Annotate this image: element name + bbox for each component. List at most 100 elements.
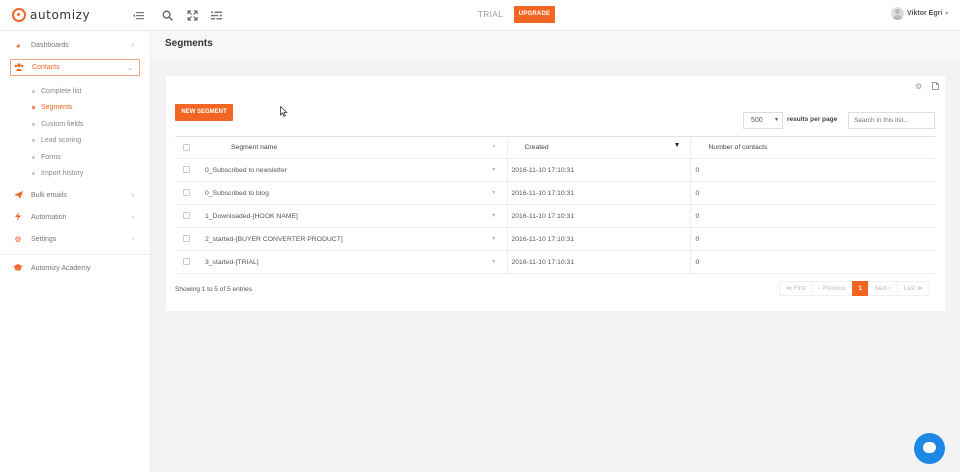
sidebar-item-label: Dashboards — [31, 42, 69, 49]
segment-name-cell: 3_started-[TRIAL] ▼ — [198, 250, 508, 274]
contact-count-cell: 0 — [690, 158, 935, 182]
first-page-button[interactable]: ≪ First — [779, 281, 813, 296]
table-header-row: Segment name ▼ Created ▼ Number of conta… — [175, 136, 935, 159]
search-icon[interactable] — [162, 10, 173, 21]
row-checkbox[interactable] — [183, 212, 190, 220]
table-row[interactable]: 1_Downloaded-[HOOK NAME] ▼ 2016-11-10 17:… — [175, 204, 935, 228]
sidebar-item-contacts[interactable]: Contacts ⌄ — [10, 59, 140, 76]
sidebar-item-academy[interactable]: Automizy Academy — [10, 260, 140, 277]
row-checkbox[interactable] — [183, 189, 190, 197]
user-menu[interactable]: Viktor Egri ▾ — [891, 7, 948, 20]
chevron-down-icon: ⌄ — [127, 64, 133, 72]
next-page-button[interactable]: Next › — [867, 281, 898, 296]
segment-name-cell: 2_started-[BUYER CONVERTER PRODUCT] ▼ — [198, 227, 508, 251]
select-all-checkbox[interactable] — [183, 143, 190, 151]
sidebar-item-settings[interactable]: ⚙ Settings › — [10, 231, 140, 248]
sidebar-subitem-label: Segments — [41, 103, 73, 111]
last-page-button[interactable]: Last ≫ — [896, 281, 930, 296]
sidebar-item-automation[interactable]: Automation › — [10, 209, 140, 226]
segment-name[interactable]: 1_Downloaded-[HOOK NAME] — [205, 213, 298, 220]
users-icon — [14, 62, 24, 73]
sort-desc-icon: ▼ — [673, 142, 681, 149]
contact-count-cell: 0 — [690, 227, 935, 251]
bullet-icon — [32, 89, 35, 93]
column-header-label: Segment name — [231, 144, 278, 151]
new-segment-button[interactable]: NEW SEGMENT — [175, 104, 233, 121]
column-header-label: Number of contacts — [708, 144, 768, 151]
created-cell: 2016-11-10 17:10:31 — [507, 181, 691, 205]
chevron-down-icon[interactable]: ▼ — [491, 213, 496, 219]
column-header-segment-name[interactable]: Segment name ▼ — [198, 136, 508, 159]
page-1-button[interactable]: 1 — [851, 281, 869, 296]
column-header-created[interactable]: Created ▼ — [507, 136, 691, 159]
previous-page-button[interactable]: ‹ Previous — [811, 281, 853, 296]
upgrade-button[interactable]: UPGRADE — [514, 6, 555, 23]
select-all-cell — [175, 136, 198, 159]
brand-name: automizy — [30, 8, 91, 22]
brand-logo[interactable]: automizy — [12, 8, 90, 22]
segment-name[interactable]: 0_Subscribed to blog — [205, 190, 269, 197]
sidebar-toggle-icon[interactable] — [133, 10, 144, 21]
chevron-down-icon[interactable]: ▼ — [491, 167, 496, 173]
bullet-icon — [32, 138, 35, 142]
row-checkbox[interactable] — [183, 235, 190, 243]
dashboard-icon: ◕ — [15, 41, 21, 50]
table-row[interactable]: 3_started-[TRIAL] ▼ 2016-11-10 17:10:31 0 — [175, 250, 935, 274]
column-header-label: Created — [524, 144, 549, 151]
sidebar-subitem-complete-list[interactable]: Complete list — [32, 85, 81, 97]
chevron-right-icon: › — [131, 236, 134, 243]
sidebar-divider — [0, 254, 150, 255]
export-file-icon[interactable] — [932, 82, 939, 92]
segment-name[interactable]: 2_started-[BUYER CONVERTER PRODUCT] — [205, 236, 343, 243]
segment-name[interactable]: 0_Subscribed to newsletter — [205, 167, 287, 174]
table-row[interactable]: 0_Subscribed to blog ▼ 2016-11-10 17:10:3… — [175, 181, 935, 205]
chevron-down-icon[interactable]: ▼ — [491, 236, 496, 242]
sidebar-item-bulk-emails[interactable]: Bulk emails › — [10, 187, 140, 204]
sidebar-item-label: Automizy Academy — [31, 265, 91, 272]
table-row[interactable]: 0_Subscribed to newsletter ▼ 2016-11-10 1… — [175, 158, 935, 182]
avatar — [891, 7, 904, 20]
sidebar-subitem-custom-fields[interactable]: Custom fields — [32, 118, 83, 130]
row-select-cell — [175, 204, 198, 228]
per-page-select[interactable]: 500 ▾ — [743, 112, 783, 129]
created-cell: 2016-11-10 17:10:31 — [507, 158, 691, 182]
row-checkbox[interactable] — [183, 258, 190, 266]
column-header-number-of-contacts[interactable]: Number of contacts — [690, 136, 935, 159]
chevron-right-icon: › — [131, 192, 134, 199]
sidebar-subitem-label: Import history — [41, 169, 84, 177]
sidebar-subitem-segments[interactable]: Segments — [32, 101, 73, 113]
chevron-right-icon: › — [131, 42, 134, 49]
search-input[interactable] — [848, 112, 935, 129]
bullet-icon — [32, 171, 35, 175]
bullet-icon — [32, 105, 35, 109]
plan-label: TRIAL — [478, 10, 504, 19]
chevron-down-icon[interactable]: ▼ — [491, 259, 496, 265]
user-name: Viktor Egri — [907, 10, 943, 17]
per-page-label: results per page — [787, 116, 838, 123]
row-checkbox[interactable] — [183, 166, 190, 174]
sort-icon: ▼ — [491, 144, 497, 150]
contact-count-cell: 0 — [690, 181, 935, 205]
table-row[interactable]: 2_started-[BUYER CONVERTER PRODUCT] ▼ 201… — [175, 227, 935, 251]
menu-icon[interactable] — [211, 10, 222, 21]
sidebar-item-label: Settings — [31, 236, 57, 243]
per-page-value: 500 — [751, 117, 763, 124]
row-select-cell — [175, 181, 198, 205]
caret-down-icon: ▾ — [774, 117, 778, 123]
bolt-icon — [13, 212, 23, 223]
row-select-cell — [175, 250, 198, 274]
sidebar-item-dashboards[interactable]: ◕ Dashboards › — [10, 37, 140, 54]
sidebar-subitem-import-history[interactable]: Import history — [32, 167, 83, 179]
chat-widget-icon[interactable] — [914, 433, 945, 464]
gear-icon[interactable]: ⚙ — [915, 82, 922, 91]
chevron-down-icon: ▾ — [945, 11, 949, 17]
top-bar: automizy TRIAL UPGRADE Viktor Egri ▾ — [0, 0, 960, 31]
graduation-cap-icon — [13, 264, 23, 273]
sidebar-subitem-lead-scoring[interactable]: Lead scoring — [32, 134, 81, 146]
sidebar-subitem-forms[interactable]: Forms — [32, 151, 61, 163]
fullscreen-icon[interactable] — [187, 10, 198, 21]
chevron-down-icon[interactable]: ▼ — [491, 190, 496, 196]
created-cell: 2016-11-10 17:10:31 — [507, 204, 691, 228]
segments-table: Segment name ▼ Created ▼ Number of conta… — [175, 136, 935, 274]
segment-name[interactable]: 3_started-[TRIAL] — [205, 259, 259, 266]
